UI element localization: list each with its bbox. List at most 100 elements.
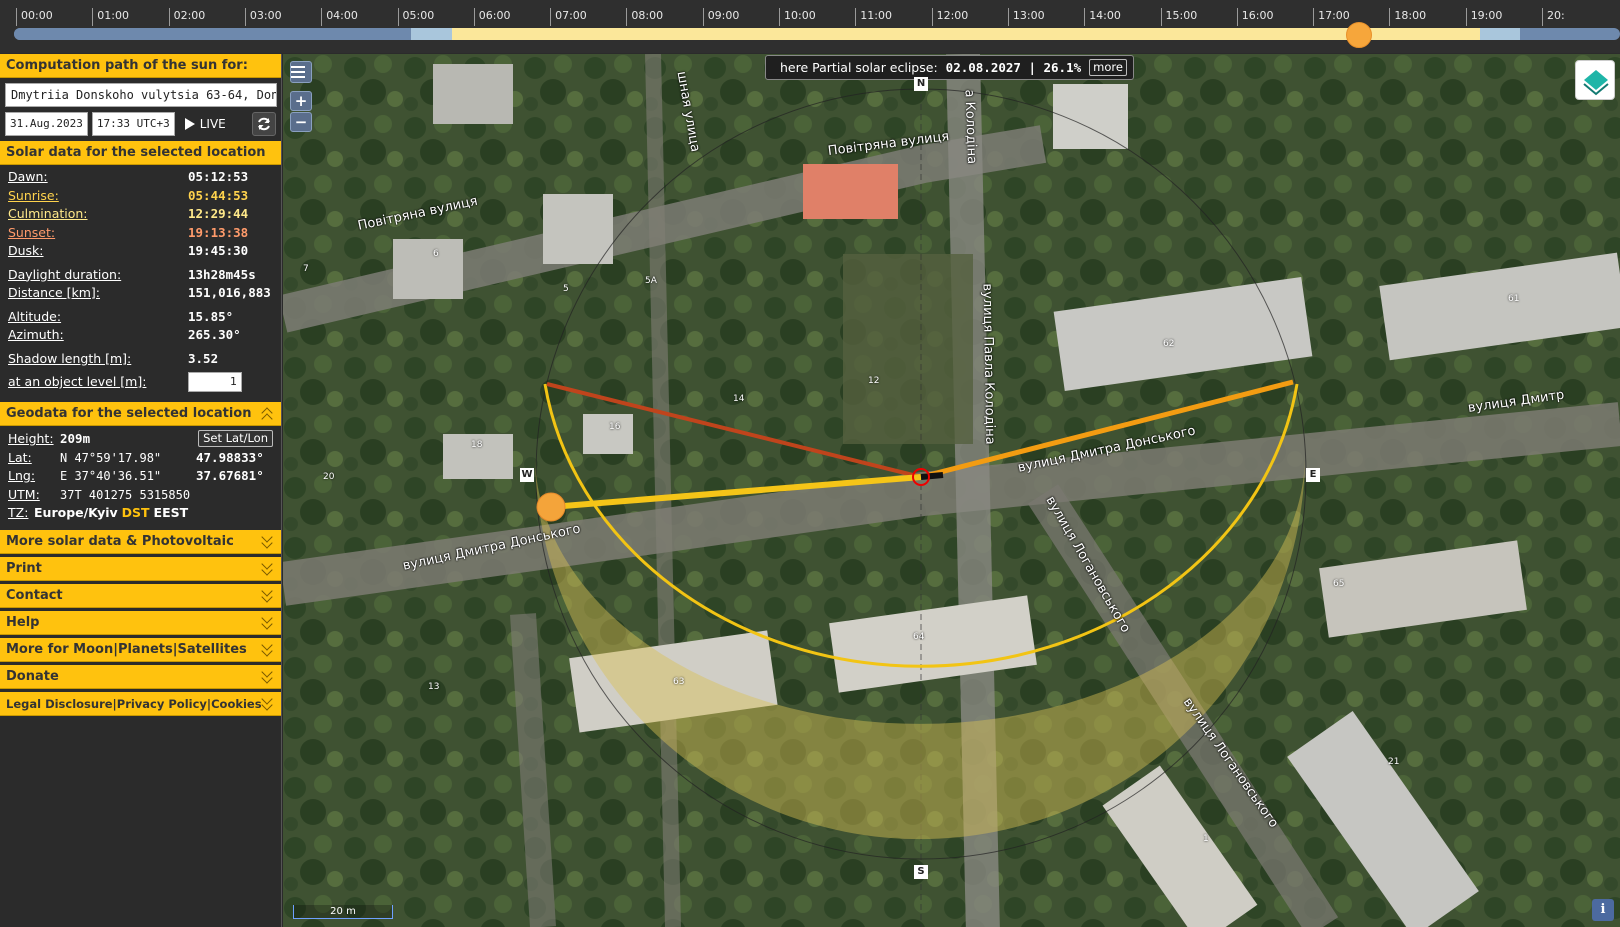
daylight-value: 13h28m45s — [188, 266, 256, 282]
hour-tick: 15:00 — [1160, 8, 1197, 26]
tz-label[interactable]: TZ: — [8, 504, 34, 523]
chevron-down-icon — [262, 587, 274, 605]
geodata-panel: Height: 209m Set Lat/Lon Lat: N 47°59'17.98… — [0, 426, 281, 527]
building-number: 64 — [913, 632, 925, 642]
lat-label[interactable]: Lat: — [8, 449, 60, 468]
layers-icon — [1583, 70, 1609, 96]
time-input[interactable]: 17:33 UTC+3 — [91, 112, 175, 136]
building-number: 21 — [1388, 757, 1400, 767]
refresh-button[interactable] — [252, 112, 276, 136]
building-number: 7 — [303, 264, 309, 274]
hour-tick: 02:00 — [168, 8, 205, 26]
twilight-segment — [1480, 28, 1520, 40]
hour-tick: 20: — [1542, 8, 1565, 26]
section-label: Donate — [6, 668, 59, 684]
hour-tick: 14:00 — [1084, 8, 1121, 26]
building-number: 63 — [673, 677, 685, 687]
eclipse-value: 02.08.2027 | 26.1% — [945, 60, 1082, 75]
collapsible-sections: More solar data & Photovoltaic Print Conta… — [0, 529, 281, 716]
live-button[interactable]: LIVE — [179, 112, 232, 136]
building-number: 20 — [323, 472, 335, 482]
chevron-down-icon — [262, 560, 274, 578]
compass-west: W — [520, 468, 534, 482]
culmination-label[interactable]: Culmination: — [8, 205, 188, 224]
zoom-in-button[interactable]: + — [290, 91, 312, 111]
layers-button[interactable] — [1575, 60, 1615, 100]
eclipse-more-button[interactable]: more — [1089, 59, 1127, 76]
lat-decimal: 47.98833° — [196, 449, 264, 465]
section-header[interactable]: Contact — [0, 583, 281, 608]
sunrise-label[interactable]: Sunrise: — [8, 187, 188, 206]
address-input[interactable]: Dmytriia Donskoho vulytsia 63-64, Donets… — [5, 83, 277, 107]
section-label: More for Moon|Planets|Satellites — [6, 641, 247, 657]
lng-dms: E 37°40'36.51" — [60, 469, 162, 483]
section-header[interactable]: Help — [0, 610, 281, 635]
info-button[interactable]: i — [1592, 899, 1614, 921]
hour-tick: 04:00 — [321, 8, 358, 26]
time-slider-handle[interactable] — [1346, 22, 1373, 48]
hour-tick: 13:00 — [1007, 8, 1045, 26]
building-number: 5A — [645, 276, 657, 286]
object-level-label[interactable]: at an object level [m]: — [8, 373, 188, 395]
timeline-bar[interactable]: 00:00 01:00 02:00 03:00 04:00 05:00 06:00 07:00… — [0, 0, 1620, 53]
geodata-header-label: Geodata for the selected location — [6, 406, 252, 421]
street-label: вулиця Павла Колодіна — [979, 283, 998, 445]
computation-header: Computation path of the sun for: — [0, 54, 281, 78]
azimuth-label[interactable]: Azimuth: — [8, 326, 188, 345]
height-value: 209m — [60, 431, 91, 446]
menu-button[interactable] — [290, 61, 312, 83]
dusk-value: 19:45:30 — [188, 243, 249, 258]
dusk-label[interactable]: Dusk: — [8, 242, 188, 261]
lng-label[interactable]: Lng: — [8, 467, 60, 486]
hour-tick: 00:00 — [16, 8, 53, 26]
date-input[interactable]: 31.Aug.2023 — [5, 112, 88, 136]
set-latlon-button[interactable]: Set Lat/Lon — [198, 430, 273, 447]
hour-tick: 18:00 — [1389, 8, 1426, 26]
eclipse-text: here Partial solar eclipse: — [780, 60, 938, 75]
geodata-header[interactable]: Geodata for the selected location — [0, 402, 281, 426]
hour-tick: 01:00 — [92, 8, 129, 26]
daylight-label[interactable]: Daylight duration: — [8, 266, 188, 285]
section-header[interactable]: Print — [0, 556, 281, 581]
live-label: LIVE — [199, 117, 226, 131]
building-number: 18 — [471, 440, 483, 450]
play-icon — [184, 118, 195, 130]
map-view[interactable]: + − here Partial solar eclipse: 02.08.20… — [283, 54, 1620, 927]
menu-icon — [291, 66, 305, 78]
section-header[interactable]: More for Moon|Planets|Satellites — [0, 637, 281, 662]
chevron-down-icon — [262, 533, 274, 551]
utm-label[interactable]: UTM: — [8, 486, 60, 505]
chevron-down-icon — [262, 614, 274, 632]
section-label: Legal Disclosure|Privacy Policy|Cookies — [6, 696, 262, 711]
altitude-value: 15.85° — [188, 308, 234, 324]
shadow-label[interactable]: Shadow length [m]: — [8, 350, 188, 369]
chevron-down-icon — [262, 668, 274, 686]
height-label[interactable]: Height: — [8, 430, 60, 449]
night-segment — [14, 28, 411, 40]
shadow-value: 3.52 — [188, 350, 219, 366]
building-number: 61 — [1508, 294, 1520, 304]
hour-tick: 11:00 — [855, 8, 892, 26]
altitude-label[interactable]: Altitude: — [8, 308, 188, 327]
sidebar: Computation path of the sun for: Dmytrii… — [0, 54, 282, 927]
hour-tick: 09:00 — [702, 8, 739, 26]
object-level-input[interactable]: 1 — [188, 372, 242, 392]
dawn-label[interactable]: Dawn: — [8, 168, 188, 187]
section-header[interactable]: Legal Disclosure|Privacy Policy|Cookies — [0, 691, 281, 716]
building-number: 1 — [1203, 834, 1209, 844]
section-header[interactable]: Donate — [0, 664, 281, 689]
building-number: 5 — [563, 284, 569, 294]
building-number: 12 — [868, 376, 880, 386]
compass-north: N — [914, 77, 928, 91]
building-number: 62 — [1163, 339, 1175, 349]
distance-label[interactable]: Distance [km]: — [8, 284, 188, 303]
section-header[interactable]: More solar data & Photovoltaic — [0, 529, 281, 554]
sunset-label[interactable]: Sunset: — [8, 224, 188, 243]
timeline-track[interactable] — [14, 28, 1620, 40]
sunrise-value: 05:44:53 — [188, 187, 249, 203]
map-imagery — [283, 54, 1620, 927]
zoom-out-button[interactable]: − — [290, 112, 312, 132]
sunset-value: 19:13:38 — [188, 224, 249, 240]
chevron-down-icon — [262, 695, 274, 713]
daylight-segment — [452, 28, 1480, 40]
